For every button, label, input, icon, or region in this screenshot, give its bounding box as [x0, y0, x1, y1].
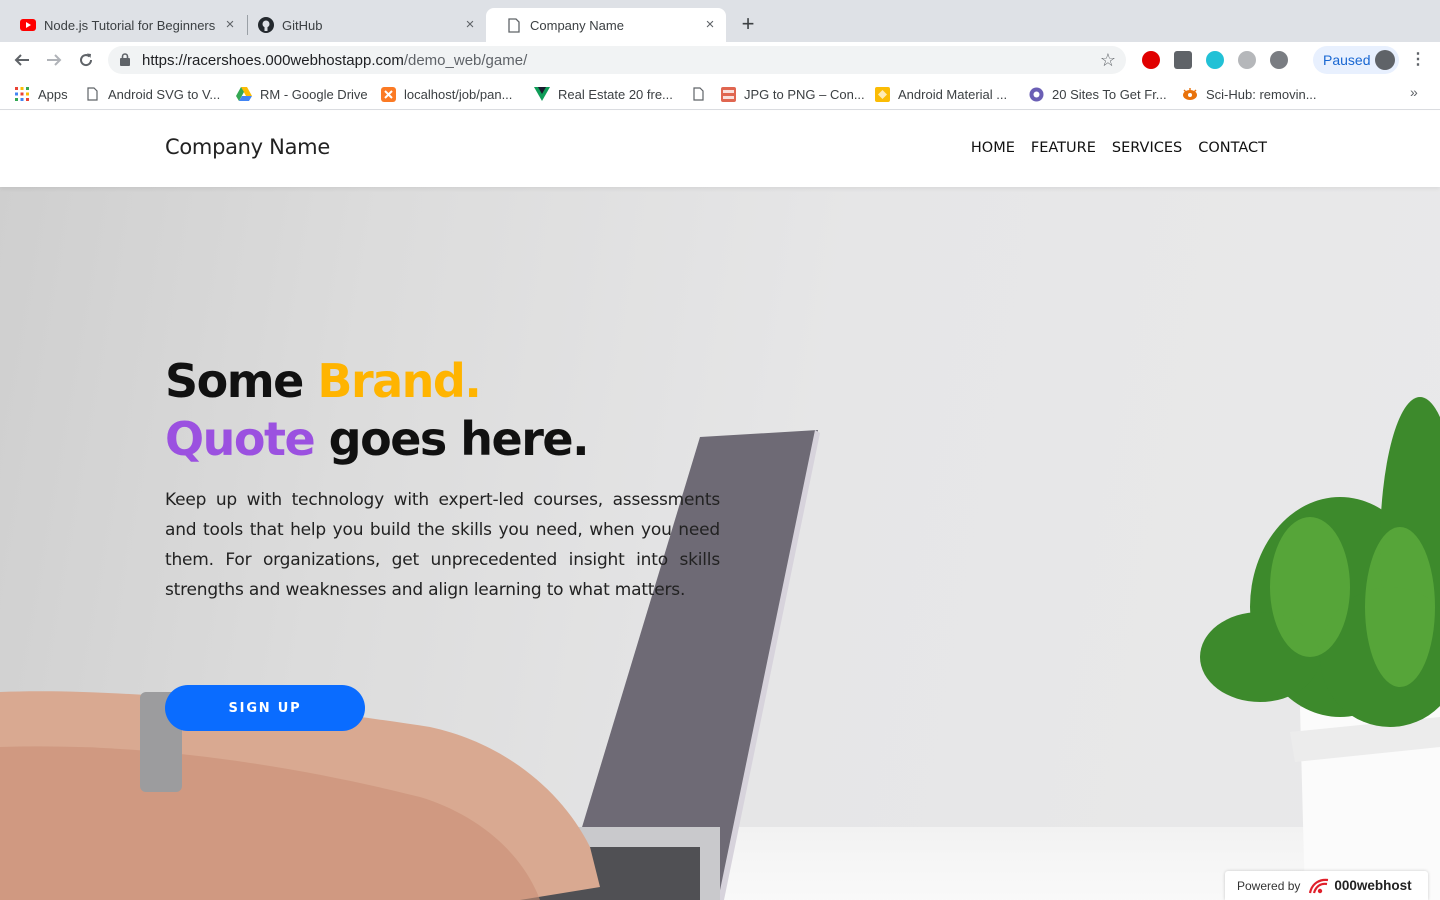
reload-icon — [80, 53, 93, 67]
url-host: https://racershoes.000webhostapp.com — [142, 52, 404, 69]
webhost-brand: 000webhost — [1334, 878, 1412, 893]
youtube-icon — [20, 17, 36, 33]
bookmark-jpg-to-png[interactable]: JPG to PNG – Con... — [720, 84, 865, 104]
jpg-png-icon — [720, 86, 736, 102]
github-icon — [258, 17, 274, 33]
page-icon — [690, 86, 706, 102]
bookmark-label: Real Estate 20 fre... — [558, 86, 673, 102]
bookmark-label: RM - Google Drive — [260, 86, 368, 102]
arrow-left-icon — [14, 54, 29, 66]
bookmark-label: Android SVG to V... — [108, 86, 221, 102]
new-tab-button[interactable]: + — [736, 13, 760, 37]
xampp-icon — [380, 86, 396, 102]
hero-description: Keep up with technology with expert-led … — [165, 490, 720, 600]
forward-button[interactable] — [42, 48, 66, 72]
headline-goes-here: goes here. — [314, 412, 590, 466]
bookmark-label: Apps — [38, 86, 68, 102]
lock-icon — [120, 53, 130, 71]
material-icon — [874, 86, 890, 102]
page-icon — [84, 86, 100, 102]
close-icon[interactable]: × — [462, 17, 478, 33]
profile-button[interactable]: Paused — [1313, 46, 1399, 74]
bookmark-star-icon[interactable]: ☆ — [1100, 50, 1116, 70]
browser-tab-strip: Node.js Tutorial for Beginners: × GitHub… — [0, 0, 1440, 42]
tab-github[interactable]: GitHub × — [238, 8, 486, 42]
arrow-right-icon — [47, 54, 62, 66]
bookmark-real-estate[interactable]: Real Estate 20 fre... — [534, 84, 673, 104]
google-drive-icon — [236, 86, 252, 102]
site-nav: HOME FEATURE SERVICES CONTACT — [971, 140, 1267, 156]
powered-by-label: Powered by — [1237, 878, 1301, 893]
browser-menu-icon[interactable]: ⋮ — [1410, 50, 1426, 70]
nav-contact[interactable]: CONTACT — [1198, 140, 1267, 156]
apps-grid-icon — [14, 86, 30, 102]
nav-home[interactable]: HOME — [971, 140, 1015, 156]
page-icon — [506, 17, 522, 33]
profile-status: Paused — [1323, 52, 1371, 68]
url-text: https://racershoes.000webhostapp.com/dem… — [142, 52, 527, 69]
site-header: Company Name HOME FEATURE SERVICES CONTA… — [0, 111, 1440, 187]
browser-toolbar: https://racershoes.000webhostapp.com/dem… — [0, 42, 1440, 78]
tab-title: Company Name — [530, 17, 624, 33]
url-path: /demo_web/game/ — [403, 52, 528, 69]
powered-by-badge[interactable]: Powered by 000webhost — [1225, 871, 1428, 900]
bookmark-20-sites[interactable]: 20 Sites To Get Fr... — [1028, 84, 1167, 104]
tab-nodejs-tutorial[interactable]: Node.js Tutorial for Beginners: × — [0, 8, 246, 42]
close-icon[interactable]: × — [702, 17, 718, 33]
bookmark-label: Android Material ... — [898, 86, 1008, 102]
hero-section: Some Brand. Quote goes here. Keep up wit… — [0, 187, 1440, 900]
bookmark-sci-hub[interactable]: Sci-Hub: removin... — [1182, 84, 1317, 104]
bookmark-label: JPG to PNG – Con... — [744, 86, 865, 102]
react-devtools-icon[interactable] — [1206, 51, 1224, 69]
bookmark-apps[interactable]: Apps — [14, 84, 68, 104]
reload-button[interactable] — [74, 48, 98, 72]
bookmarks-bar: Apps Android SVG to V... RM - Google Dri… — [0, 78, 1440, 110]
adblock-extension-icon[interactable] — [1142, 51, 1160, 69]
bookmark-localhost[interactable]: localhost/job/pan... — [380, 84, 512, 104]
bookmark-label: localhost/job/pan... — [404, 86, 513, 102]
scihub-icon — [1182, 86, 1198, 102]
avatar — [1375, 50, 1395, 70]
back-button[interactable] — [10, 48, 34, 72]
globe-extension-icon[interactable] — [1238, 51, 1256, 69]
tab-company-name[interactable]: Company Name × — [486, 8, 726, 42]
site-brand[interactable]: Company Name — [165, 135, 330, 159]
nav-feature[interactable]: FEATURE — [1031, 140, 1096, 156]
gear-extension-icon[interactable] — [1270, 51, 1288, 69]
tab-title: GitHub — [282, 17, 323, 33]
sign-up-button[interactable]: SIGN UP — [165, 685, 365, 731]
vue-icon — [534, 86, 550, 102]
bookmark-label: Sci-Hub: removin... — [1206, 86, 1317, 102]
hero-headline: Some Brand. Quote goes here. — [165, 352, 590, 468]
address-bar[interactable]: https://racershoes.000webhostapp.com/dem… — [108, 46, 1126, 74]
bookmark-android-svg[interactable]: Android SVG to V... — [84, 84, 220, 104]
webhost-logo-icon — [1308, 877, 1330, 895]
headline-some: Some — [165, 354, 318, 408]
extension-icon[interactable] — [1174, 51, 1192, 69]
bookmark-google-drive[interactable]: RM - Google Drive — [236, 84, 368, 104]
tab-title: Node.js Tutorial for Beginners: — [44, 17, 216, 33]
headline-quote: Quote — [165, 412, 316, 466]
site-icon — [1028, 86, 1044, 102]
nav-services[interactable]: SERVICES — [1112, 140, 1182, 156]
more-bookmarks-icon[interactable]: » — [1410, 84, 1418, 100]
bookmark-label: 20 Sites To Get Fr... — [1052, 86, 1167, 102]
bookmark-untitled[interactable] — [690, 84, 714, 104]
close-icon[interactable]: × — [222, 17, 238, 33]
headline-brand: Brand. — [317, 354, 481, 408]
bookmark-android-material[interactable]: Android Material ... — [874, 84, 1007, 104]
